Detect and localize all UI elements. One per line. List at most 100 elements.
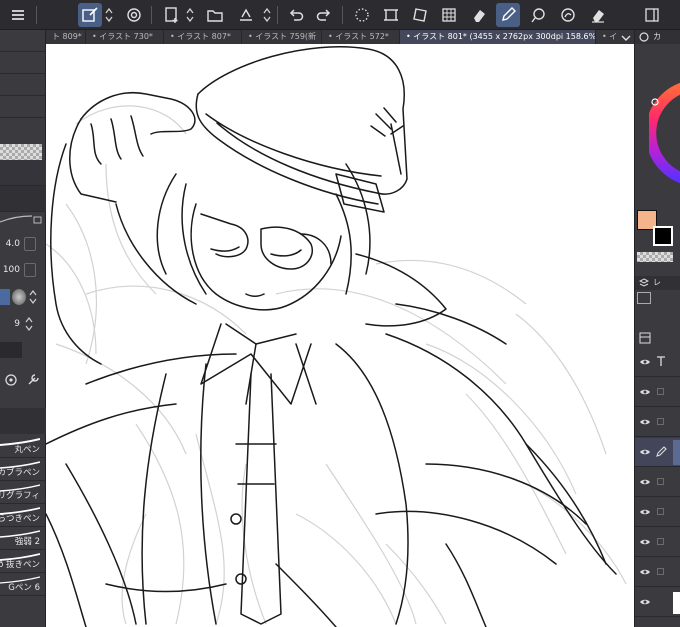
save-icon <box>240 8 252 21</box>
layer-lock-box[interactable] <box>657 568 664 575</box>
updown-chevron-icon[interactable] <box>104 5 114 25</box>
spiral-icon <box>127 8 141 22</box>
vector-option[interactable] <box>0 342 22 358</box>
layer-row[interactable] <box>635 348 680 377</box>
layer-row[interactable] <box>635 468 680 497</box>
layer-thumbnail <box>673 440 680 465</box>
eraser-icon <box>474 10 485 22</box>
document-tab[interactable]: • イラスト 807* <box>164 30 242 44</box>
edit-tool-button[interactable] <box>78 3 102 27</box>
layer-row[interactable] <box>635 528 680 557</box>
layer-lock-box[interactable] <box>657 418 664 425</box>
brush-item[interactable]: リグラフィ <box>0 481 46 504</box>
eye-icon[interactable] <box>639 386 651 398</box>
document-tab[interactable]: ト 809* <box>46 30 86 44</box>
sub-tool-header <box>0 408 46 434</box>
marquee-dots-icon <box>355 8 369 22</box>
transform-button[interactable] <box>408 3 432 27</box>
brush-item[interactable]: ð 抜きペン <box>0 550 46 573</box>
brush-name: 強弱 2 <box>14 537 40 547</box>
brush-name: Gペン 6 <box>8 583 40 593</box>
settings-icon[interactable] <box>4 373 18 387</box>
menu-button[interactable] <box>6 3 30 27</box>
updown-chevron-icon[interactable] <box>28 289 38 305</box>
layer-row[interactable] <box>635 378 680 407</box>
save-button[interactable] <box>234 3 258 27</box>
updown-chevron-icon[interactable] <box>24 316 34 332</box>
clear-button[interactable] <box>467 3 491 27</box>
brush-item[interactable]: らつきペン <box>0 504 46 527</box>
eye-icon[interactable] <box>639 566 651 578</box>
layers-icon <box>639 278 649 287</box>
eye-icon[interactable] <box>639 446 651 458</box>
document-tab[interactable]: • イラスト 759(新 <box>242 30 322 44</box>
eraser-tool-button[interactable] <box>586 3 610 27</box>
updown-chevron-icon[interactable] <box>262 5 272 25</box>
redo-button[interactable] <box>312 3 336 27</box>
layer-lock-box[interactable] <box>657 388 664 395</box>
layer-row-selected[interactable] <box>635 438 680 467</box>
blend-tool-button[interactable] <box>556 3 580 27</box>
document-tab-active[interactable]: • イラスト 801* (3455 x 2762px 300dpi 158.6%… <box>400 30 596 44</box>
chevron-down-icon <box>621 35 631 41</box>
command-bar <box>0 0 680 30</box>
open-file-button[interactable] <box>203 3 227 27</box>
new-canvas-button[interactable] <box>160 3 184 27</box>
panel-header <box>0 186 46 212</box>
sub-color-swatch[interactable] <box>653 226 673 246</box>
color-wheel[interactable] <box>649 78 680 188</box>
layer-menu-icon[interactable] <box>639 332 651 344</box>
select-all-button[interactable] <box>350 3 374 27</box>
fill-tool-button[interactable] <box>526 3 550 27</box>
eye-icon[interactable] <box>639 506 651 518</box>
brush-size-pressure-button[interactable] <box>24 237 36 251</box>
document-tab[interactable]: • イラスト 572* <box>322 30 400 44</box>
blend-mode-select[interactable] <box>637 292 651 304</box>
panel-row <box>0 30 46 52</box>
brush-item[interactable]: 丸ペン <box>0 435 46 458</box>
opacity-pressure-button[interactable] <box>24 263 36 277</box>
eye-icon[interactable] <box>639 536 651 548</box>
hamburger-icon <box>12 10 24 20</box>
pen-icon <box>502 7 516 21</box>
brush-item[interactable]: Gペン 6 <box>0 573 46 596</box>
eye-icon[interactable] <box>639 356 651 368</box>
stabilization-value[interactable]: 9 <box>0 316 20 332</box>
wrench-icon[interactable] <box>26 373 40 387</box>
layer-row[interactable] <box>635 558 680 587</box>
transparent-color-swatch[interactable] <box>637 252 673 262</box>
toolbar-divider <box>342 6 343 24</box>
brush-size-value[interactable]: 4.0 <box>0 236 20 252</box>
crop-icon <box>384 9 398 21</box>
layer-row[interactable] <box>635 408 680 437</box>
eye-icon[interactable] <box>639 476 651 488</box>
layer-row[interactable] <box>635 588 680 617</box>
document-tab[interactable]: • イラスト 730* <box>86 30 164 44</box>
layer-lock-box[interactable] <box>657 538 664 545</box>
crop-button[interactable] <box>379 3 403 27</box>
eye-icon[interactable] <box>639 596 651 608</box>
layer-panel-title: レ <box>653 278 661 287</box>
panel-toggle-button[interactable] <box>640 3 664 27</box>
layer-lock-box[interactable] <box>657 478 664 485</box>
pen-tool-button[interactable] <box>496 3 520 27</box>
autoaction-button[interactable] <box>122 3 146 27</box>
mesh-transform-button[interactable] <box>437 3 461 27</box>
tab-overflow-button[interactable] <box>618 30 634 44</box>
eye-icon[interactable] <box>639 416 651 428</box>
anti-alias-selected[interactable] <box>0 289 10 305</box>
layer-lock-box[interactable] <box>657 508 664 515</box>
undo-button[interactable] <box>284 3 308 27</box>
clip-studio-window: ト 809* • イラスト 730* • イラスト 807* • イラスト 75… <box>0 0 680 627</box>
brush-name: 丸ペン <box>14 445 40 455</box>
updown-chevron-icon[interactable] <box>185 5 195 25</box>
opacity-value[interactable]: 100 <box>0 262 20 278</box>
lineart-illustration <box>46 46 627 627</box>
anti-alias-option[interactable] <box>12 289 26 305</box>
drawing-canvas[interactable] <box>46 44 634 627</box>
transparent-swatch[interactable] <box>0 144 42 160</box>
pen-icon <box>656 446 667 457</box>
brush-item[interactable]: 強弱 2 <box>0 527 46 550</box>
layer-row[interactable] <box>635 498 680 527</box>
brush-item[interactable]: カブラペン <box>0 458 46 481</box>
